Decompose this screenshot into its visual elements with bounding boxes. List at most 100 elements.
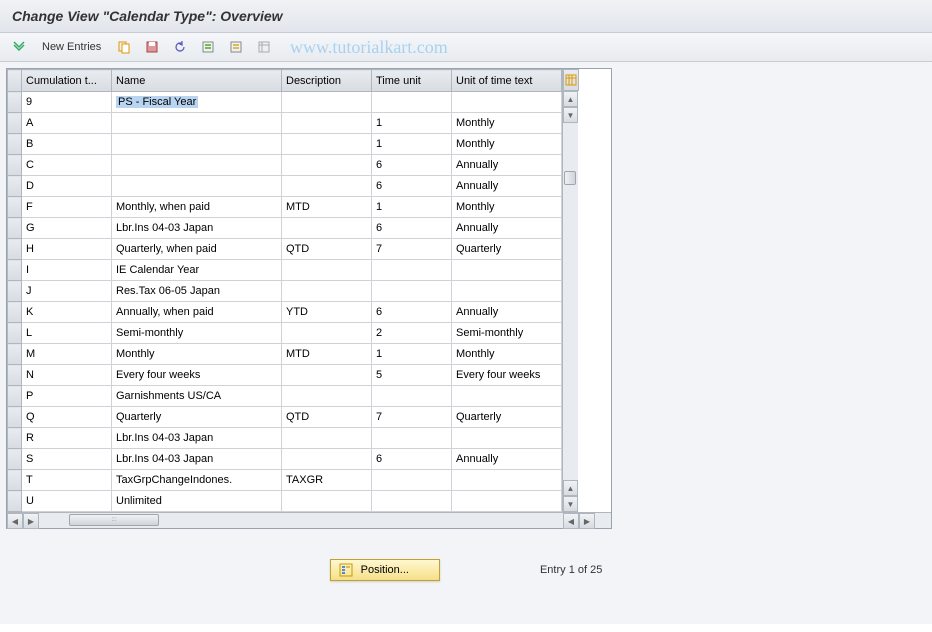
table-row[interactable]: D 6Annually xyxy=(8,176,562,197)
cell-time-unit[interactable] xyxy=(372,470,452,491)
cell-name[interactable]: Every four weeks xyxy=(112,365,282,386)
row-selector[interactable] xyxy=(8,344,22,365)
table-row[interactable]: RLbr.Ins 04-03 Japan xyxy=(8,428,562,449)
cell-cumulation[interactable]: N xyxy=(22,365,112,386)
row-selector[interactable] xyxy=(8,407,22,428)
new-entries-button[interactable]: New Entries xyxy=(36,39,107,55)
table-row[interactable]: JRes.Tax 06-05 Japan xyxy=(8,281,562,302)
cell-unit-text[interactable] xyxy=(452,92,562,113)
cell-description[interactable]: QTD xyxy=(282,239,372,260)
scroll-down-bottom-icon[interactable]: ▼ xyxy=(563,496,578,512)
cell-name[interactable]: TaxGrpChangeIndones. xyxy=(112,470,282,491)
cell-cumulation[interactable]: S xyxy=(22,449,112,470)
cell-cumulation[interactable]: R xyxy=(22,428,112,449)
cell-name[interactable]: Lbr.Ins 04-03 Japan xyxy=(112,428,282,449)
cell-cumulation[interactable]: K xyxy=(22,302,112,323)
cell-unit-text[interactable]: Monthly xyxy=(452,197,562,218)
cell-description[interactable]: TAXGR xyxy=(282,470,372,491)
cell-description[interactable] xyxy=(282,323,372,344)
expand-icon[interactable] xyxy=(8,37,30,57)
cell-unit-text[interactable]: Annually xyxy=(452,302,562,323)
table-row[interactable]: IIE Calendar Year xyxy=(8,260,562,281)
table-settings-icon[interactable] xyxy=(253,37,275,57)
table-row[interactable]: LSemi-monthly2Semi-monthly xyxy=(8,323,562,344)
row-selector[interactable] xyxy=(8,449,22,470)
cell-time-unit[interactable] xyxy=(372,281,452,302)
cell-description[interactable] xyxy=(282,260,372,281)
cell-time-unit[interactable]: 6 xyxy=(372,218,452,239)
cell-cumulation[interactable]: J xyxy=(22,281,112,302)
cell-time-unit[interactable]: 2 xyxy=(372,323,452,344)
row-selector[interactable] xyxy=(8,113,22,134)
undo-icon[interactable] xyxy=(169,37,191,57)
cell-unit-text[interactable] xyxy=(452,470,562,491)
cell-time-unit[interactable] xyxy=(372,428,452,449)
cell-description[interactable] xyxy=(282,218,372,239)
cell-time-unit[interactable]: 1 xyxy=(372,113,452,134)
cell-unit-text[interactable]: Annually xyxy=(452,176,562,197)
table-row[interactable]: FMonthly, when paidMTD1Monthly xyxy=(8,197,562,218)
cell-name[interactable]: Lbr.Ins 04-03 Japan xyxy=(112,449,282,470)
cell-time-unit[interactable] xyxy=(372,92,452,113)
cell-cumulation[interactable]: T xyxy=(22,470,112,491)
cell-time-unit[interactable]: 5 xyxy=(372,365,452,386)
scroll-thumb[interactable] xyxy=(564,171,576,185)
cell-time-unit[interactable]: 1 xyxy=(372,344,452,365)
scroll-left-end-icon[interactable]: ◀ xyxy=(563,513,579,529)
table-row[interactable]: QQuarterlyQTD7Quarterly xyxy=(8,407,562,428)
cell-cumulation[interactable]: M xyxy=(22,344,112,365)
scroll-down-icon[interactable]: ▼ xyxy=(563,107,578,123)
cell-cumulation[interactable]: Q xyxy=(22,407,112,428)
cell-description[interactable]: QTD xyxy=(282,407,372,428)
cell-unit-text[interactable]: Semi-monthly xyxy=(452,323,562,344)
row-selector[interactable] xyxy=(8,218,22,239)
cell-time-unit[interactable]: 6 xyxy=(372,449,452,470)
cell-description[interactable] xyxy=(282,428,372,449)
cell-name[interactable]: PS - Fiscal Year xyxy=(112,92,282,113)
row-selector-header[interactable] xyxy=(8,70,22,92)
cell-cumulation[interactable]: P xyxy=(22,386,112,407)
cell-name[interactable]: Monthly, when paid xyxy=(112,197,282,218)
cell-name[interactable]: Monthly xyxy=(112,344,282,365)
cell-time-unit[interactable] xyxy=(372,260,452,281)
cell-cumulation[interactable]: D xyxy=(22,176,112,197)
hscroll-track[interactable]: ::: xyxy=(39,513,563,528)
scroll-left-icon[interactable]: ◀ xyxy=(7,513,23,529)
cell-description[interactable]: YTD xyxy=(282,302,372,323)
row-selector[interactable] xyxy=(8,239,22,260)
cell-unit-text[interactable] xyxy=(452,428,562,449)
table-row[interactable]: GLbr.Ins 04-03 Japan6Annually xyxy=(8,218,562,239)
cell-unit-text[interactable]: Quarterly xyxy=(452,407,562,428)
cell-unit-text[interactable] xyxy=(452,260,562,281)
cell-cumulation[interactable]: L xyxy=(22,323,112,344)
cell-time-unit[interactable] xyxy=(372,491,452,512)
deselect-icon[interactable] xyxy=(225,37,247,57)
cell-description[interactable] xyxy=(282,176,372,197)
cell-name[interactable]: Res.Tax 06-05 Japan xyxy=(112,281,282,302)
row-selector[interactable] xyxy=(8,428,22,449)
cell-unit-text[interactable] xyxy=(452,491,562,512)
cell-name[interactable]: Semi-monthly xyxy=(112,323,282,344)
save-icon[interactable] xyxy=(141,37,163,57)
cell-description[interactable]: MTD xyxy=(282,197,372,218)
cell-cumulation[interactable]: C xyxy=(22,155,112,176)
col-header-name[interactable]: Name xyxy=(112,70,282,92)
cell-unit-text[interactable]: Quarterly xyxy=(452,239,562,260)
cell-name[interactable] xyxy=(112,155,282,176)
row-selector[interactable] xyxy=(8,155,22,176)
table-row[interactable]: KAnnually, when paidYTD6Annually xyxy=(8,302,562,323)
scroll-right-icon[interactable]: ▶ xyxy=(23,513,39,529)
copy-icon[interactable] xyxy=(113,37,135,57)
scroll-right-end-icon[interactable]: ▶ xyxy=(579,513,595,529)
cell-name[interactable]: Unlimited xyxy=(112,491,282,512)
cell-description[interactable]: MTD xyxy=(282,344,372,365)
table-row[interactable]: MMonthlyMTD1Monthly xyxy=(8,344,562,365)
cell-time-unit[interactable]: 6 xyxy=(372,176,452,197)
row-selector[interactable] xyxy=(8,491,22,512)
col-header-description[interactable]: Description xyxy=(282,70,372,92)
cell-unit-text[interactable]: Annually xyxy=(452,449,562,470)
row-selector[interactable] xyxy=(8,302,22,323)
cell-name[interactable] xyxy=(112,113,282,134)
scroll-track[interactable] xyxy=(563,123,578,480)
col-header-cumulation[interactable]: Cumulation t... xyxy=(22,70,112,92)
